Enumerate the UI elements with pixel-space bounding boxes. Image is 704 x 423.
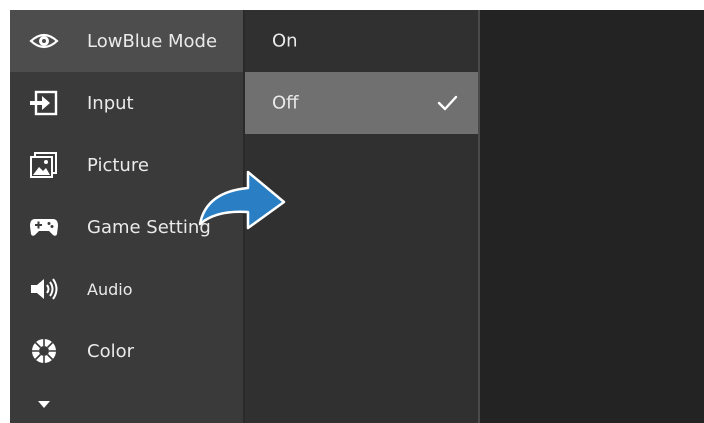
submenu-item-label: On: [272, 30, 298, 52]
submenu-item-on[interactable]: On: [245, 10, 478, 72]
submenu-item-off[interactable]: Off: [245, 72, 478, 134]
curved-arrow-icon: [196, 158, 292, 238]
menu-item-audio[interactable]: Audio: [10, 258, 243, 320]
picture-icon: [28, 151, 60, 179]
speaker-icon: [28, 275, 60, 303]
menu-item-label: Color: [87, 340, 134, 362]
osd-menu: LowBlue Mode Input Picture Game Setting …: [10, 10, 704, 423]
menu-item-label: LowBlue Mode: [87, 30, 218, 52]
input-icon: [28, 89, 60, 117]
menu-item-lowblue-mode[interactable]: LowBlue Mode: [10, 10, 243, 72]
menu-item-label: Audio: [87, 279, 133, 299]
eye-icon: [28, 27, 60, 55]
submenu-item-label: Off: [272, 92, 299, 114]
menu-item-label: Input: [87, 92, 134, 114]
chevron-down-icon[interactable]: [28, 395, 60, 415]
menu-item-label: Picture: [87, 154, 149, 176]
menu-item-input[interactable]: Input: [10, 72, 243, 134]
checkmark-icon: [436, 94, 458, 112]
empty-panel: [480, 10, 704, 423]
color-icon: [28, 337, 60, 365]
menu-item-color[interactable]: Color: [10, 320, 243, 382]
gamepad-icon: [28, 213, 60, 241]
menu-item-label: Game Setting: [87, 216, 211, 238]
